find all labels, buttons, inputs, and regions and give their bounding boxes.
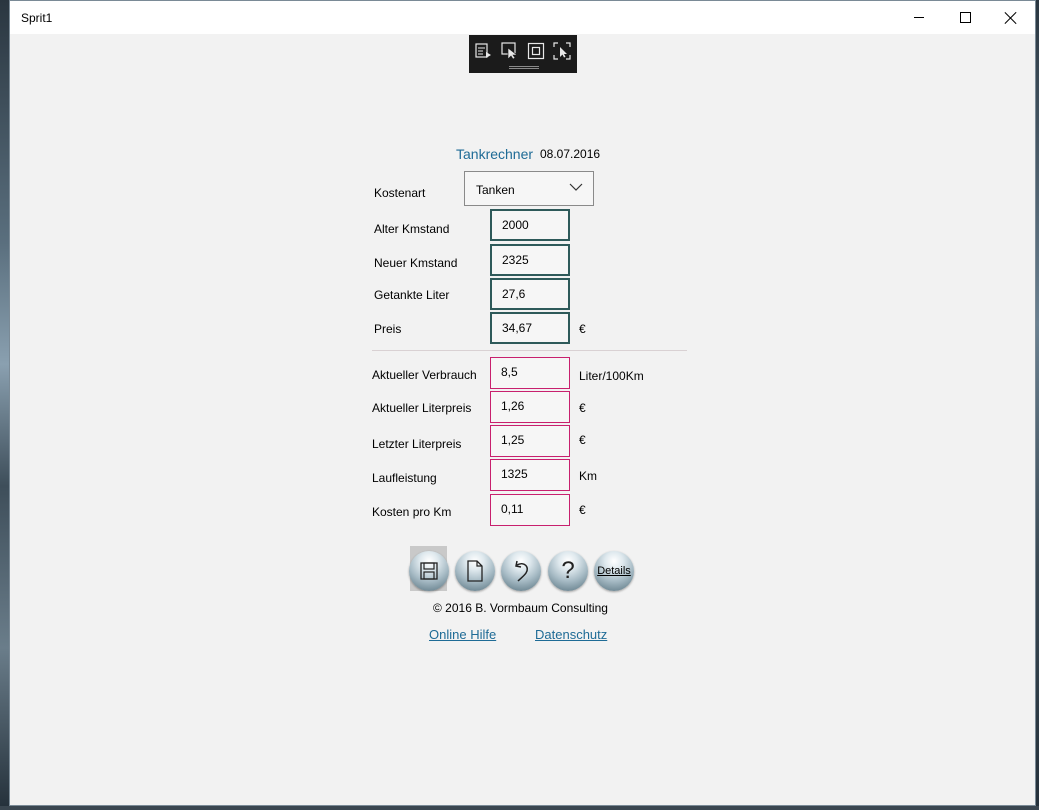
getankte-liter-label: Getankte Liter — [374, 288, 450, 302]
save-button[interactable] — [409, 551, 449, 591]
neuer-kmstand-input[interactable]: 2325 — [490, 244, 570, 276]
preis-label: Preis — [374, 322, 402, 336]
select-element-icon[interactable] — [501, 42, 519, 60]
app-heading: Tankrechner — [456, 146, 534, 162]
details-button[interactable]: Details — [594, 551, 634, 591]
laufleistung-unit: Km — [579, 469, 597, 483]
maximize-icon — [959, 12, 971, 23]
getankte-liter-input[interactable]: 27,6 — [490, 278, 570, 310]
literpreis-label: Aktueller Literpreis — [372, 401, 472, 415]
alter-kmstand-label: Alter Kmstand — [374, 222, 450, 236]
alter-kmstand-input[interactable]: 2000 — [490, 209, 570, 241]
verbrauch-label: Aktueller Verbrauch — [372, 368, 477, 382]
literpreis-output: 1,26 — [490, 391, 570, 423]
app-window: Sprit1 Tankrechner 08.07.2016 Kostenart … — [9, 0, 1036, 806]
laufleistung-output: 1325 — [490, 459, 570, 491]
title-bar[interactable]: Sprit1 — [10, 1, 1035, 34]
privacy-link[interactable]: Datenschutz — [535, 627, 607, 642]
window-title: Sprit1 — [21, 11, 53, 25]
kosten-pro-km-unit: € — [579, 503, 586, 517]
chevron-down-icon — [569, 183, 583, 191]
copyright-text: © 2016 B. Vormbaum Consulting — [433, 601, 608, 615]
debug-toolbar — [469, 35, 577, 73]
undo-button[interactable] — [501, 551, 541, 591]
letzter-literpreis-output: 1,25 — [490, 425, 570, 457]
desktop-background-bottom — [0, 806, 1039, 810]
section-divider — [372, 350, 687, 351]
close-button[interactable] — [988, 1, 1034, 34]
preis-unit: € — [579, 322, 586, 336]
laufleistung-label: Laufleistung — [372, 471, 437, 485]
maximize-button[interactable] — [942, 1, 988, 34]
kosten-pro-km-output: 0,11 — [490, 494, 570, 526]
online-help-link[interactable]: Online Hilfe — [429, 627, 496, 642]
help-button[interactable]: ? — [548, 551, 588, 591]
details-button-label: Details — [597, 565, 631, 577]
track-focus-icon[interactable] — [553, 42, 571, 60]
preis-input[interactable]: 34,67 — [490, 312, 570, 344]
new-document-icon — [467, 560, 483, 582]
letzter-literpreis-label: Letzter Literpreis — [372, 437, 462, 451]
verbrauch-unit: Liter/100Km — [579, 369, 644, 383]
kostenart-label: Kostenart — [374, 186, 426, 200]
verbrauch-output: 8,5 — [490, 357, 570, 389]
neuer-kmstand-label: Neuer Kmstand — [374, 256, 458, 270]
toolbar-grip[interactable] — [509, 66, 539, 69]
new-document-button[interactable] — [455, 551, 495, 591]
floppy-disk-icon — [420, 562, 438, 580]
current-date: 08.07.2016 — [540, 147, 601, 161]
help-icon: ? — [561, 557, 575, 584]
letzter-literpreis-unit: € — [579, 433, 586, 447]
display-layout-adorners-icon[interactable] — [527, 42, 545, 60]
minimize-button[interactable] — [896, 1, 942, 34]
kostenart-dropdown[interactable]: Tanken — [464, 171, 594, 206]
live-tree-icon[interactable] — [475, 42, 493, 60]
undo-icon — [515, 560, 529, 582]
close-icon — [1005, 12, 1017, 24]
minimize-icon — [914, 17, 924, 18]
kostenart-selected-value: Tanken — [476, 183, 515, 197]
kosten-pro-km-label: Kosten pro Km — [372, 505, 452, 519]
literpreis-unit: € — [579, 401, 586, 415]
